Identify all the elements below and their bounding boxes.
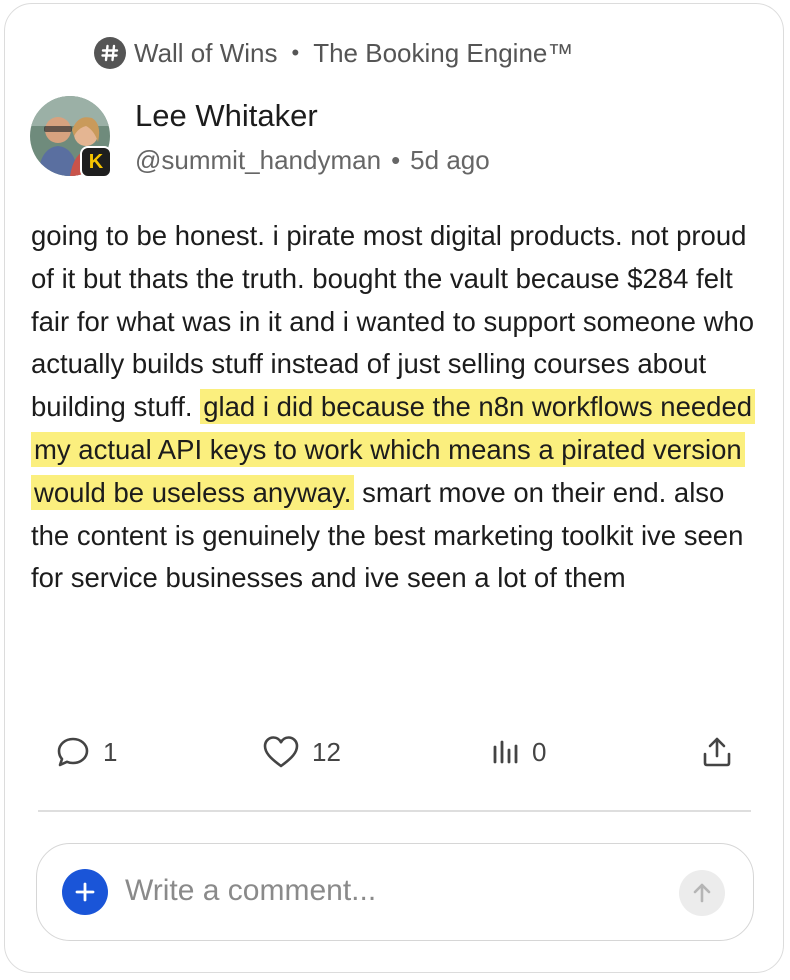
action-bar: 1 12 0 xyxy=(0,730,790,774)
like-action[interactable]: 12 xyxy=(262,730,341,774)
share-icon xyxy=(703,737,731,767)
author-handle[interactable]: @summit_handyman xyxy=(135,145,381,175)
separator-dot: • xyxy=(291,40,300,65)
divider xyxy=(38,810,751,812)
author-name[interactable]: Lee Whitaker xyxy=(135,98,318,134)
share-button[interactable] xyxy=(700,730,746,774)
comment-icon xyxy=(57,737,89,767)
post-timestamp: 5d ago xyxy=(410,145,490,175)
community-link[interactable]: Wall of Wins xyxy=(134,38,278,69)
bar-chart-icon xyxy=(493,740,518,764)
comment-count: 1 xyxy=(103,736,118,767)
comment-input[interactable] xyxy=(125,866,645,916)
view-count: 0 xyxy=(532,736,547,767)
badge-icon: K xyxy=(80,146,112,178)
separator-dot: • xyxy=(391,145,401,175)
views-action[interactable]: 0 xyxy=(490,730,546,774)
product-link[interactable]: The Booking Engine™ xyxy=(313,38,573,69)
send-comment-button[interactable] xyxy=(679,870,725,916)
heart-icon xyxy=(263,736,299,768)
hashtag-icon xyxy=(94,37,126,69)
like-count: 12 xyxy=(312,736,341,767)
comment-action[interactable]: 1 xyxy=(55,730,117,774)
arrow-up-icon xyxy=(693,883,711,903)
add-attachment-button[interactable] xyxy=(62,869,108,915)
post-body: going to be honest. i pirate most digita… xyxy=(31,215,761,600)
plus-icon xyxy=(75,882,95,902)
author-meta: @summit_handyman • 5d ago xyxy=(135,145,490,176)
community-header: Wall of Wins • The Booking Engine™ xyxy=(94,36,573,70)
comment-composer xyxy=(36,843,754,941)
